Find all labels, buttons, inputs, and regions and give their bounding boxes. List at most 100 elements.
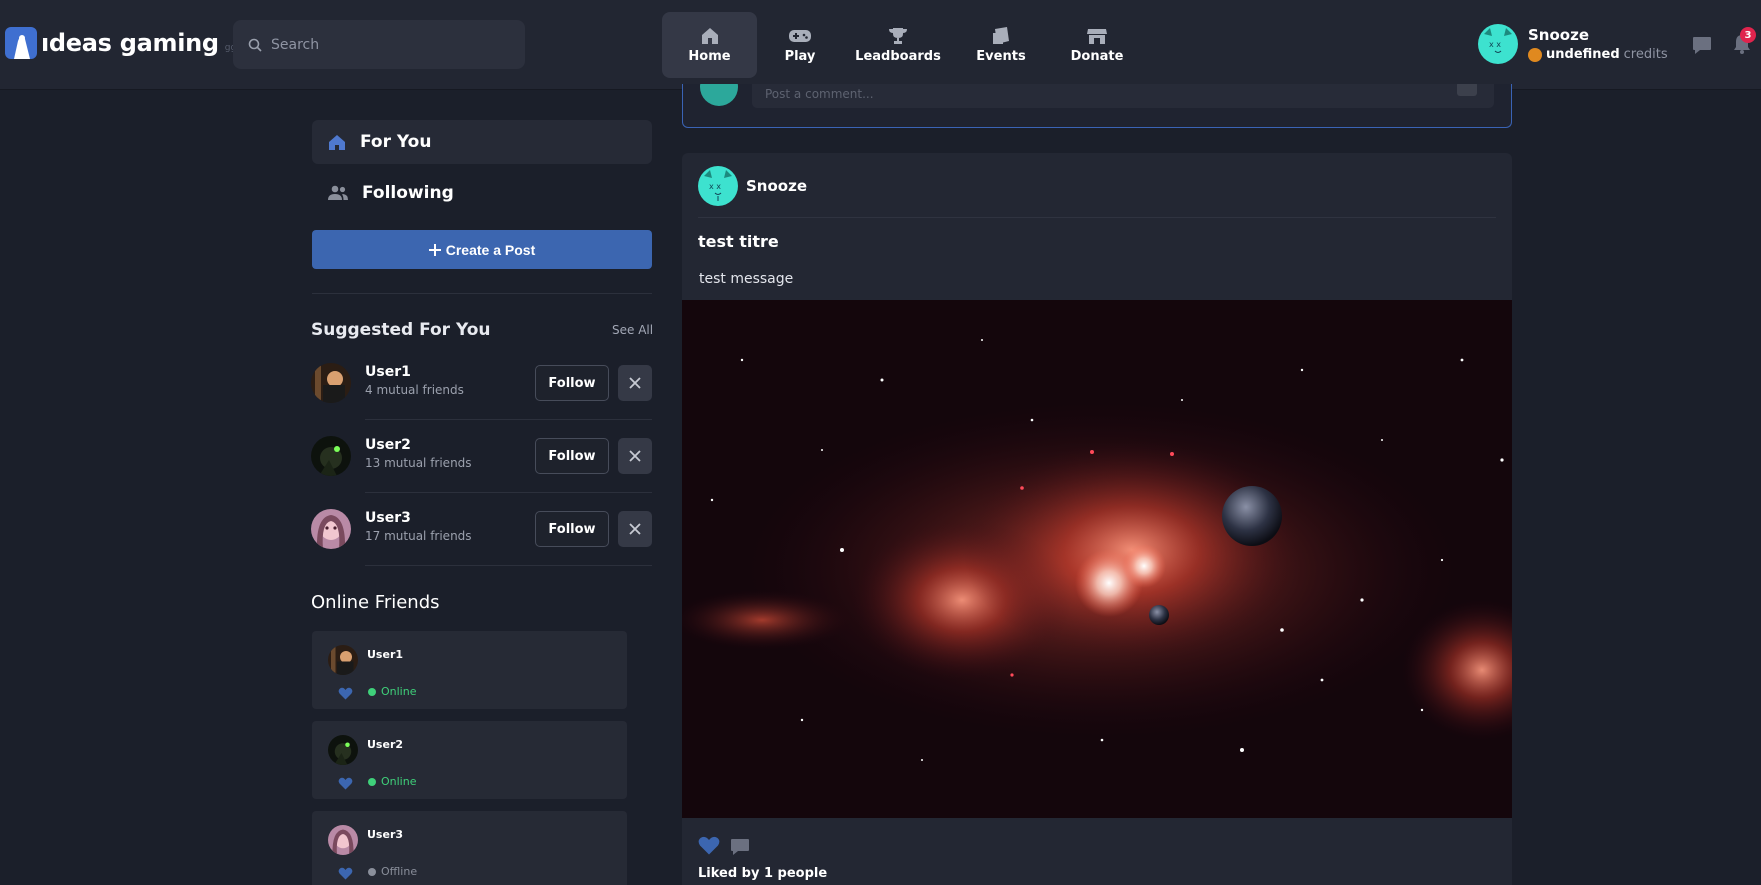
notification-badge: 3	[1740, 27, 1756, 43]
divider	[312, 293, 652, 294]
follow-button[interactable]: Follow	[535, 438, 609, 474]
see-all-link[interactable]: See All	[612, 323, 653, 337]
messages-button[interactable]	[1692, 36, 1712, 59]
dismiss-button[interactable]	[618, 511, 652, 547]
nav-donate[interactable]: Donate	[1049, 12, 1145, 78]
friend-name: User2	[367, 738, 404, 751]
online-friends-title: Online Friends	[311, 592, 440, 613]
search-icon	[248, 38, 262, 52]
nav-home-label: Home	[688, 48, 731, 64]
suggested-user-name[interactable]: User1	[365, 364, 411, 380]
avatar[interactable]	[311, 436, 351, 476]
suggested-title: Suggested For You	[311, 320, 491, 340]
avatar	[700, 84, 738, 106]
suggested-user: User2 13 mutual friends Follow	[311, 420, 652, 493]
avatar	[328, 645, 358, 675]
avatar[interactable]	[311, 509, 351, 549]
chat-icon	[1693, 37, 1711, 54]
like-icon[interactable]	[698, 836, 720, 855]
comment-composer	[682, 84, 1512, 128]
mutual-friends: 17 mutual friends	[365, 529, 472, 543]
follow-button[interactable]: Follow	[535, 511, 609, 547]
credits: undefined credits	[1528, 47, 1668, 62]
store-icon	[1087, 28, 1107, 44]
heart-icon[interactable]	[338, 867, 353, 880]
avatar[interactable]: x x	[1478, 24, 1518, 64]
close-icon	[629, 450, 641, 462]
plus-icon	[428, 243, 441, 256]
mutual-friends: 4 mutual friends	[365, 383, 464, 397]
send-icon[interactable]	[1457, 84, 1477, 96]
heart-icon[interactable]	[338, 687, 353, 700]
friend-card[interactable]: User3 Offline	[312, 811, 627, 885]
logo-icon	[5, 27, 37, 59]
home-icon	[701, 27, 718, 44]
divider	[698, 217, 1496, 218]
nav-leaderboards[interactable]: Leadboards	[843, 12, 953, 78]
nav-events-label: Events	[976, 48, 1026, 64]
gamepad-icon	[789, 29, 811, 42]
nav-play[interactable]: Play	[757, 12, 843, 78]
heart-icon[interactable]	[338, 777, 353, 790]
sidebar-item-label: For You	[360, 132, 432, 152]
credits-value: undefined	[1546, 47, 1620, 62]
coin-icon	[1528, 47, 1542, 62]
search-box[interactable]	[233, 20, 525, 69]
user-profile[interactable]: x x Snooze undefined credits	[1478, 24, 1668, 64]
logo[interactable]: ıdeas gaming gg	[5, 27, 236, 59]
post-message: test message	[699, 271, 794, 287]
trophy-icon	[889, 27, 907, 44]
ticket-icon	[993, 26, 1009, 44]
suggested-user-name[interactable]: User3	[365, 510, 411, 526]
post-author[interactable]: Snooze	[746, 177, 807, 195]
post-title: test titre	[698, 232, 779, 251]
liked-by-text[interactable]: Liked by 1 people	[698, 866, 827, 881]
comment-icon[interactable]	[730, 838, 750, 856]
comment-field[interactable]	[752, 84, 1494, 108]
status-dot	[368, 777, 376, 786]
users-icon	[328, 185, 348, 200]
friend-name: User3	[367, 828, 404, 841]
create-post-button[interactable]: Create a Post	[312, 230, 652, 269]
close-icon	[629, 523, 641, 535]
svg-text:x x: x x	[1489, 40, 1501, 49]
logo-text: ıdeas gaming	[41, 29, 219, 57]
friend-card[interactable]: User1 Online	[312, 631, 627, 709]
dismiss-button[interactable]	[618, 438, 652, 474]
status-badge: Online	[368, 685, 416, 698]
nav-events[interactable]: Events	[953, 12, 1049, 78]
create-post-label: Create a Post	[445, 241, 536, 258]
avatar[interactable]	[311, 363, 351, 403]
home-icon	[329, 134, 345, 150]
sidebar-item-following[interactable]: Following	[312, 171, 652, 215]
comment-input[interactable]	[765, 87, 1365, 101]
avatar	[328, 735, 358, 765]
suggested-user-name[interactable]: User2	[365, 437, 411, 453]
status-text: Offline	[381, 865, 418, 878]
sidebar-item-label: Following	[362, 183, 454, 203]
status-badge: Online	[368, 775, 416, 788]
nav-play-label: Play	[784, 48, 816, 64]
status-badge: Offline	[368, 865, 417, 878]
follow-button[interactable]: Follow	[535, 365, 609, 401]
friend-card[interactable]: User2 Online	[312, 721, 627, 799]
dismiss-button[interactable]	[618, 365, 652, 401]
main-nav: Home Play Leadboards Events Donate	[662, 12, 1145, 78]
credits-label: credits	[1623, 47, 1668, 62]
nav-home[interactable]: Home	[662, 12, 757, 78]
avatar	[328, 825, 358, 855]
avatar[interactable]: x x	[698, 166, 738, 206]
status-text: Online	[381, 775, 417, 788]
close-icon	[629, 377, 641, 389]
suggested-user: User3 17 mutual friends Follow	[311, 493, 652, 566]
search-input[interactable]	[271, 36, 501, 53]
nav-donate-label: Donate	[1070, 48, 1124, 64]
nav-leaderboards-label: Leadboards	[855, 48, 941, 64]
sidebar-item-for-you[interactable]: For You	[312, 120, 652, 164]
suggested-user: User1 4 mutual friends Follow	[311, 347, 652, 420]
top-bar: ıdeas gaming gg Home Play Leadboards Eve…	[0, 0, 1761, 90]
post-card: x x Snooze test titre test message Liked…	[682, 153, 1512, 885]
svg-text:x x: x x	[709, 182, 721, 191]
post-image[interactable]	[682, 300, 1512, 818]
status-dot	[368, 867, 376, 876]
